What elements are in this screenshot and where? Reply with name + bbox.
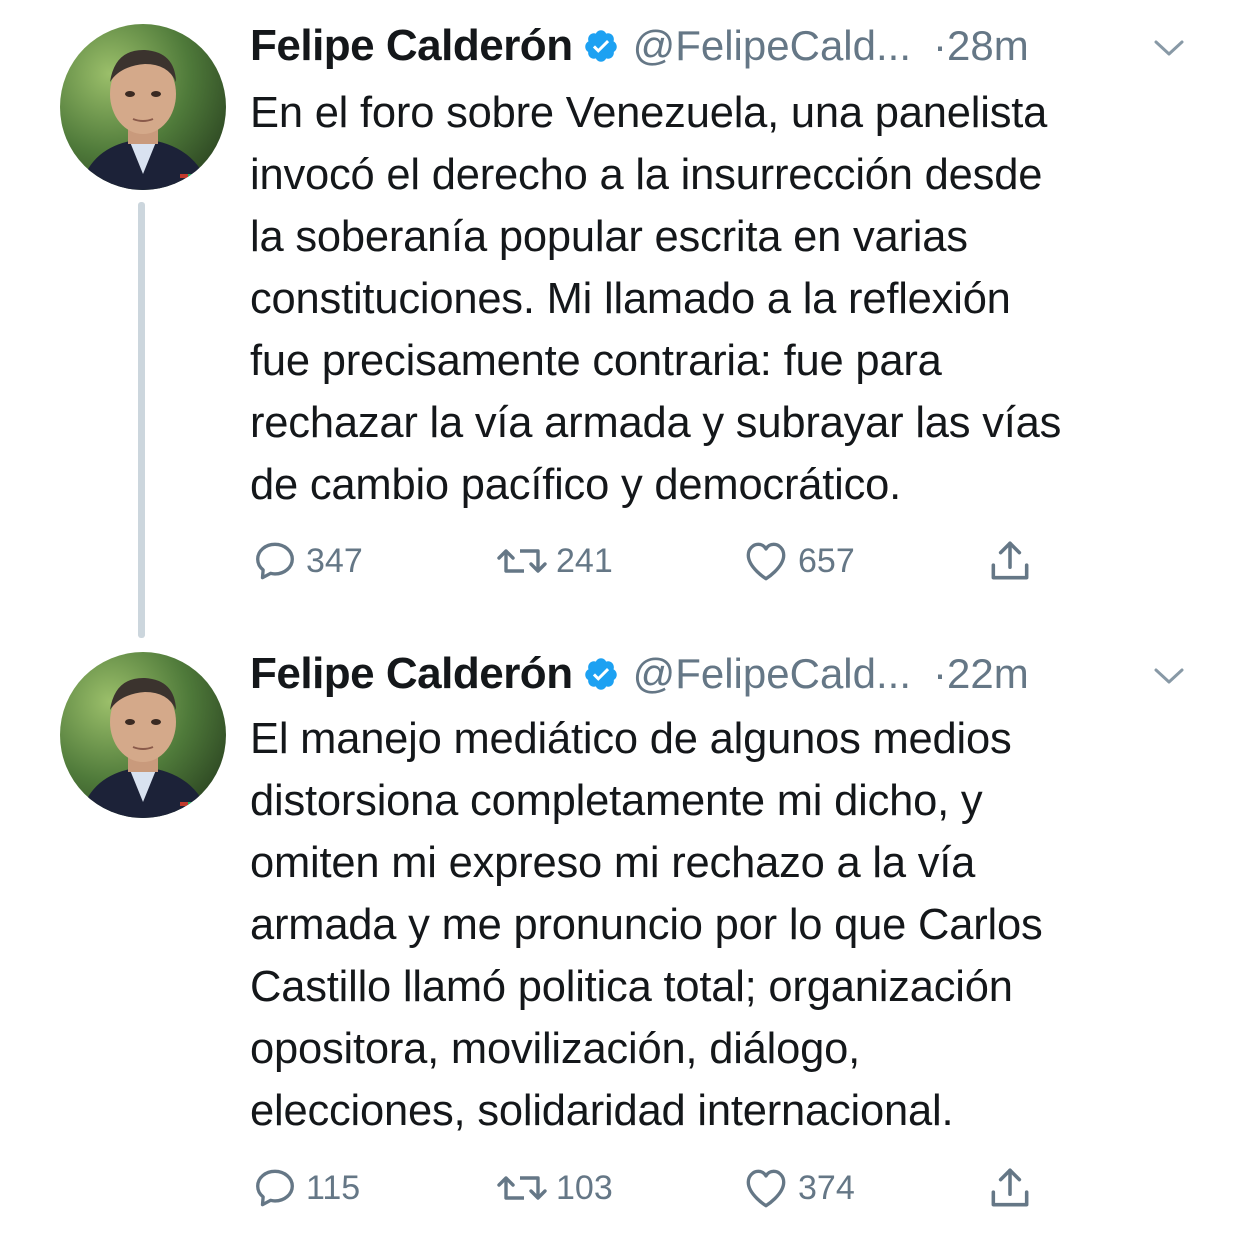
reply-count: 115 (306, 1168, 361, 1207)
tweet-text-line: la soberanía popular escrita en varias (250, 213, 968, 261)
tweet-text: En el foro sobre Venezuela, una panelist… (250, 82, 1200, 516)
heart-icon (740, 1163, 792, 1213)
tweet-text-line: armada y me pronuncio por lo que Carlos (250, 901, 1043, 949)
retweet-icon (494, 536, 550, 586)
author-handle[interactable]: @FelipeCald... (633, 650, 911, 698)
share-icon (984, 1163, 1036, 1213)
tweet-text-line: El manejo mediático de algunos medios (250, 715, 1012, 763)
tweet-text-line: invocó el derecho a la insurrección desd… (250, 151, 1043, 199)
tweet-text-line: En el foro sobre Venezuela, una panelist… (250, 89, 1048, 137)
tweet-header: Felipe Calderón @FelipeCald... ·28m (250, 16, 1029, 76)
reply-icon (250, 536, 300, 586)
retweet-count: 103 (556, 1168, 613, 1207)
tweet-text-line: elecciones, solidaridad internacional. (250, 1087, 954, 1135)
like-button[interactable]: 374 (740, 1163, 855, 1213)
tweet-text-line: omiten mi expreso mi rechazo a la vía (250, 839, 976, 887)
retweet-button[interactable]: 241 (494, 536, 613, 586)
tweet-1[interactable]: Felipe Calderón @FelipeCald... ·28m En e… (0, 0, 1242, 640)
author-name[interactable]: Felipe Calderón (250, 649, 573, 699)
tweet-text: El manejo mediático de algunos medios di… (250, 708, 1200, 1142)
like-count: 374 (798, 1168, 855, 1207)
tweet-text-line: Castillo llamó politica total; organizac… (250, 963, 1013, 1011)
share-icon (984, 536, 1036, 586)
author-name[interactable]: Felipe Calderón (250, 21, 573, 71)
tweet-header: Felipe Calderón @FelipeCald... ·22m (250, 644, 1029, 704)
heart-icon (740, 536, 792, 586)
tweet-timestamp[interactable]: ·22m (933, 650, 1029, 698)
tweet-actions: 347 241 657 (250, 536, 1050, 586)
tweet-2[interactable]: Felipe Calderón @FelipeCald... ·22m El m… (0, 640, 1242, 1238)
tweet-timestamp[interactable]: ·28m (933, 22, 1029, 70)
reply-count: 347 (306, 541, 363, 580)
tweet-text-line: de cambio pacífico y democrático. (250, 461, 902, 509)
share-button[interactable] (984, 536, 1036, 586)
share-button[interactable] (984, 1163, 1036, 1213)
tweet-text-line: opositora, movilización, diálogo, (250, 1025, 860, 1073)
reply-button[interactable]: 347 (250, 536, 363, 586)
author-handle[interactable]: @FelipeCald... (633, 22, 911, 70)
verified-badge-icon (583, 656, 619, 692)
tweet-actions: 115 103 374 (250, 1163, 1050, 1213)
like-count: 657 (798, 541, 855, 580)
reply-icon (250, 1163, 300, 1213)
verified-badge-icon (583, 28, 619, 64)
chevron-down-icon[interactable] (1150, 664, 1188, 688)
tweet-text-line: rechazar la vía armada y subrayar las ví… (250, 399, 1062, 447)
retweet-button[interactable]: 103 (494, 1163, 613, 1213)
avatar[interactable] (60, 24, 226, 190)
avatar[interactable] (60, 652, 226, 818)
tweet-text-line: constituciones. Mi llamado a la reflexió… (250, 275, 1011, 323)
retweet-count: 241 (556, 541, 613, 580)
chevron-down-icon[interactable] (1150, 36, 1188, 60)
reply-button[interactable]: 115 (250, 1163, 360, 1213)
tweet-text-line: distorsiona completamente mi dicho, y (250, 777, 983, 825)
tweet-text-line: fue precisamente contraria: fue para (250, 337, 942, 385)
retweet-icon (494, 1163, 550, 1213)
like-button[interactable]: 657 (740, 536, 855, 586)
